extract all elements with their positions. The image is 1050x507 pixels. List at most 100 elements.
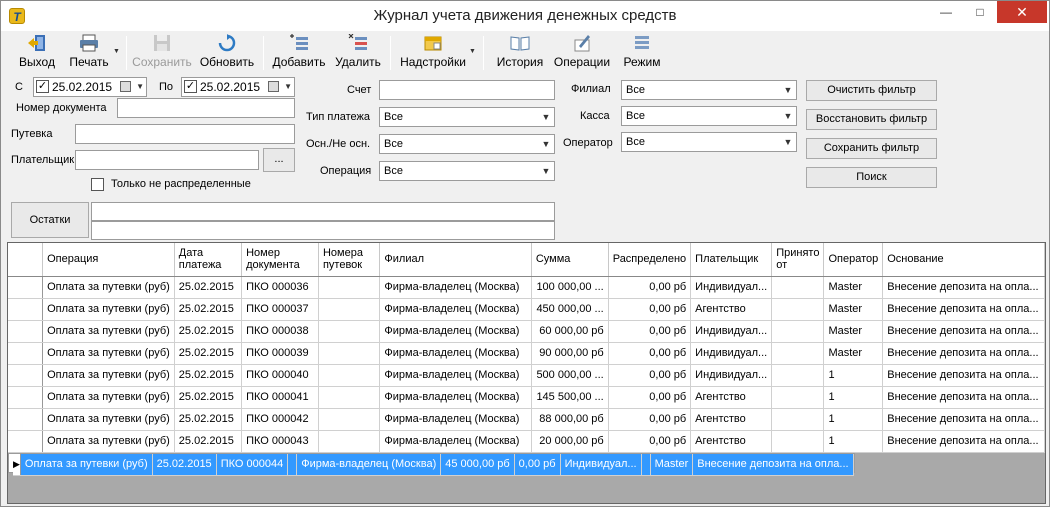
table-cell[interactable]: 60 000,00 рб <box>531 320 609 343</box>
row-header[interactable] <box>8 276 44 299</box>
table-cell[interactable]: Оплата за путевки (руб) <box>42 320 175 343</box>
table-cell[interactable] <box>318 342 381 365</box>
table-row[interactable]: Оплата за путевки (руб) 25.02.2015 ПКО 000… <box>8 276 1045 299</box>
settings-button[interactable]: Надстройки <box>397 34 469 72</box>
table-cell[interactable] <box>641 453 651 476</box>
column-header[interactable]: Дата платежа <box>174 243 243 277</box>
cashbox-select[interactable]: Все ▼ <box>621 106 797 126</box>
table-cell[interactable] <box>318 430 381 453</box>
table-cell[interactable] <box>771 408 825 431</box>
column-header[interactable]: Распределено <box>608 243 692 277</box>
payer-browse-button[interactable]: ... <box>263 148 295 172</box>
table-cell[interactable] <box>771 276 825 299</box>
table-cell[interactable]: 25.02.2015 <box>174 386 243 409</box>
main-select[interactable]: Все ▼ <box>379 134 555 154</box>
table-cell[interactable]: 0,00 рб <box>608 364 692 387</box>
table-cell[interactable]: 0,00 рб <box>608 276 692 299</box>
table-cell[interactable]: 1 <box>823 408 884 431</box>
table-cell[interactable]: 500 000,00 ... <box>531 364 609 387</box>
table-cell[interactable] <box>287 453 298 476</box>
mode-button[interactable]: Режим <box>617 34 667 72</box>
operations-button[interactable]: Операции <box>553 34 611 72</box>
table-cell[interactable]: Оплата за путевки (руб) <box>42 342 175 365</box>
table-row[interactable]: Оплата за путевки (руб) 25.02.2015 ПКО 000… <box>8 320 1045 343</box>
column-header[interactable]: Принято от <box>771 243 825 277</box>
table-cell[interactable]: ПКО 000038 <box>241 320 319 343</box>
table-cell[interactable]: 25.02.2015 <box>174 342 243 365</box>
table-row[interactable]: ▶ Оплата за путевки (руб) 25.02.2015 ПКО 00… <box>8 452 855 476</box>
column-header[interactable]: Номера путевок <box>318 243 381 277</box>
row-header[interactable] <box>8 342 44 365</box>
table-cell[interactable]: ПКО 000039 <box>241 342 319 365</box>
table-cell[interactable]: Внесение депозита на опла... <box>882 408 1045 431</box>
table-cell[interactable]: 0,00 рб <box>514 453 561 476</box>
voucher-input[interactable] <box>75 124 295 144</box>
print-button[interactable]: Печать <box>65 34 113 72</box>
table-cell[interactable]: Внесение депозита на опла... <box>882 364 1045 387</box>
table-cell[interactable] <box>318 408 381 431</box>
row-header[interactable] <box>8 430 44 453</box>
table-cell[interactable]: Оплата за путевки (руб) <box>42 298 175 321</box>
table-cell[interactable]: Master <box>823 320 884 343</box>
table-cell[interactable]: 45 000,00 рб <box>440 453 515 476</box>
table-cell[interactable]: 25.02.2015 <box>174 276 243 299</box>
close-button[interactable]: ✕ <box>997 1 1047 23</box>
table-row[interactable]: Оплата за путевки (руб) 25.02.2015 ПКО 000… <box>8 298 1045 321</box>
column-header[interactable]: Оператор <box>823 243 884 277</box>
operation-select[interactable]: Все ▼ <box>379 161 555 181</box>
table-row[interactable]: Оплата за путевки (руб) 25.02.2015 ПКО 000… <box>8 342 1045 365</box>
table-cell[interactable] <box>771 298 825 321</box>
table-cell[interactable]: Master <box>650 453 694 476</box>
table-cell[interactable]: 1 <box>823 364 884 387</box>
table-cell[interactable] <box>771 364 825 387</box>
history-button[interactable]: История <box>493 34 547 72</box>
table-cell[interactable]: 25.02.2015 <box>174 408 243 431</box>
table-cell[interactable]: Master <box>823 276 884 299</box>
column-header[interactable]: Основание <box>882 243 1045 277</box>
table-cell[interactable]: Фирма-владелец (Москва) <box>379 320 532 343</box>
table-row[interactable]: Оплата за путевки (руб) 25.02.2015 ПКО 000… <box>8 364 1045 387</box>
table-cell[interactable]: 25.02.2015 <box>174 364 243 387</box>
payment-type-select[interactable]: Все ▼ <box>379 107 555 127</box>
table-cell[interactable]: Агентство <box>690 298 773 321</box>
row-header[interactable] <box>8 298 44 321</box>
doc-number-input[interactable] <box>117 98 295 118</box>
row-header[interactable] <box>8 364 44 387</box>
table-cell[interactable]: Индивидуал... <box>690 342 773 365</box>
table-cell[interactable]: Оплата за путевки (руб) <box>20 453 153 476</box>
table-cell[interactable]: ПКО 000040 <box>241 364 319 387</box>
table-cell[interactable]: Внесение депозита на опла... <box>882 430 1045 453</box>
table-cell[interactable]: 100 000,00 ... <box>531 276 609 299</box>
table-cell[interactable]: Внесение депозита на опла... <box>882 276 1045 299</box>
table-cell[interactable] <box>318 298 381 321</box>
table-cell[interactable] <box>318 386 381 409</box>
table-cell[interactable]: Оплата за путевки (руб) <box>42 364 175 387</box>
save-filter-button[interactable]: Сохранить фильтр <box>806 138 937 159</box>
table-cell[interactable]: Внесение депозита на опла... <box>692 453 854 476</box>
column-header[interactable]: Сумма <box>531 243 609 277</box>
table-cell[interactable]: ПКО 000036 <box>241 276 319 299</box>
minimize-button[interactable]: — <box>929 1 963 23</box>
table-cell[interactable]: Оплата за путевки (руб) <box>42 430 175 453</box>
table-cell[interactable]: Master <box>823 342 884 365</box>
table-cell[interactable]: 25.02.2015 <box>174 298 243 321</box>
column-header[interactable]: Операция <box>42 243 175 277</box>
table-cell[interactable]: ПКО 000044 <box>216 453 289 476</box>
table-cell[interactable]: Оплата за путевки (руб) <box>42 386 175 409</box>
table-cell[interactable]: 0,00 рб <box>608 342 692 365</box>
table-cell[interactable] <box>771 386 825 409</box>
table-row[interactable]: Оплата за путевки (руб) 25.02.2015 ПКО 000… <box>8 408 1045 431</box>
balances-button[interactable]: Остатки <box>11 202 89 238</box>
table-cell[interactable]: Фирма-владелец (Москва) <box>296 453 442 476</box>
table-cell[interactable]: Фирма-владелец (Москва) <box>379 386 532 409</box>
print-dropdown-icon[interactable]: ▼ <box>113 48 120 55</box>
table-cell[interactable]: 0,00 рб <box>608 386 692 409</box>
table-cell[interactable]: Внесение депозита на опла... <box>882 298 1045 321</box>
table-cell[interactable]: 25.02.2015 <box>174 430 243 453</box>
table-cell[interactable]: 20 000,00 рб <box>531 430 609 453</box>
table-cell[interactable] <box>771 342 825 365</box>
table-cell[interactable] <box>318 276 381 299</box>
clear-filter-button[interactable]: Очистить фильтр <box>806 80 937 101</box>
table-cell[interactable]: Оплата за путевки (руб) <box>42 276 175 299</box>
table-row[interactable]: Оплата за путевки (руб) 25.02.2015 ПКО 000… <box>8 386 1045 409</box>
